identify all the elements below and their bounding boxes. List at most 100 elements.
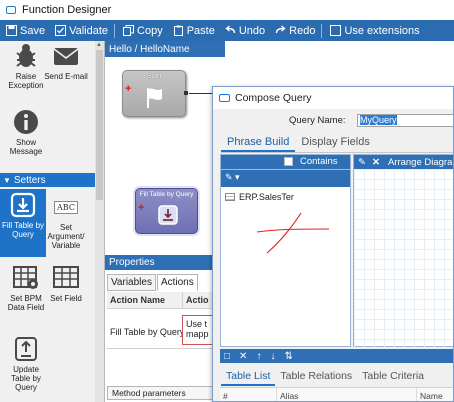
- scroll-up-icon[interactable]: ▲: [96, 42, 102, 48]
- toolbar-separator: [114, 23, 116, 38]
- flag-icon: [147, 88, 162, 108]
- tab-table-relations[interactable]: Table Relations: [275, 368, 357, 386]
- fill-node-label: Fill Table by Query: [139, 191, 194, 198]
- tab-display-fields[interactable]: Display Fields: [295, 134, 375, 152]
- row-action-name: Fill Table by Query 0: [110, 326, 182, 337]
- compose-query-dialog: Compose Query Query Name: MyQuery Phrase…: [212, 86, 454, 402]
- delete-icon[interactable]: ✕: [239, 351, 247, 362]
- tab-actions[interactable]: Actions: [156, 274, 198, 291]
- tab-divider: [221, 152, 453, 153]
- diagram-panel: ✎ ✕ Arrange Diagra: [353, 154, 453, 347]
- grid-icon: [51, 265, 81, 291]
- search-underline: [221, 169, 351, 170]
- contains-label: Contains: [300, 156, 338, 167]
- properties-tabs: Variables Actions: [107, 274, 199, 291]
- plus-icon[interactable]: +: [125, 84, 131, 95]
- redo-button[interactable]: Redo: [269, 20, 319, 41]
- query-grid-toolbar: □ ✕ ↑ ↓ ⇅: [220, 349, 453, 363]
- tool-label: Update Table by Query: [11, 365, 41, 392]
- query-name-input[interactable]: MyQuery: [357, 114, 453, 127]
- save-button[interactable]: Save: [0, 20, 49, 41]
- redo-label: Redo: [289, 24, 316, 37]
- toolbox-item-set-argument-variable[interactable]: ABC Set Argument/ Variable: [43, 194, 89, 250]
- scrollbar-thumb[interactable]: [96, 50, 103, 200]
- window-title: Function Designer: [22, 4, 112, 16]
- tool-label: Show Message: [9, 138, 43, 156]
- chevron-down-icon: ▼: [3, 175, 11, 185]
- method-parameters-button[interactable]: Method parameters: [107, 386, 225, 400]
- column-header-number[interactable]: #: [220, 388, 277, 401]
- abc-icon: ABC: [51, 194, 81, 220]
- plus-icon[interactable]: +: [138, 203, 144, 214]
- tools-icon[interactable]: ✎ ▾: [225, 172, 240, 183]
- copy-label: Copy: [137, 24, 163, 37]
- paste-button[interactable]: Paste: [167, 20, 219, 41]
- column-header-name[interactable]: Name: [417, 388, 453, 401]
- toolbox-item-show-message[interactable]: Show Message: [3, 109, 49, 156]
- save-label: Save: [20, 24, 46, 37]
- checkbox-icon: [330, 25, 342, 36]
- workflow-canvas[interactable]: Start + Fill Table by Query +: [105, 57, 225, 255]
- fill-table-node[interactable]: Fill Table by Query +: [135, 188, 198, 234]
- arrange-diagram-button[interactable]: Arrange Diagra: [388, 157, 452, 168]
- fill-table-icon: [8, 192, 38, 218]
- tab-table-criteria[interactable]: Table Criteria: [357, 368, 429, 386]
- use-extensions-button[interactable]: Use extensions: [324, 20, 423, 41]
- breadcrumb-text: Hello / HelloName: [109, 43, 190, 55]
- contains-checkbox[interactable]: [284, 157, 293, 166]
- tools-icon[interactable]: ✎: [358, 157, 366, 168]
- properties-header: Properties: [105, 255, 225, 270]
- toolbox-panel: Raise Exception Send E-mail Show Message…: [0, 41, 105, 402]
- save-icon: [6, 25, 17, 36]
- app-icon: [6, 6, 16, 14]
- paste-label: Paste: [186, 24, 215, 37]
- start-node[interactable]: Start +: [122, 70, 188, 117]
- diagram-grid[interactable]: [354, 169, 453, 347]
- copy-button[interactable]: Copy: [117, 20, 167, 41]
- red-annotation-mark: [256, 212, 330, 254]
- window-title-bar: Function Designer: [0, 0, 454, 20]
- tool-label: Fill Table by Query: [1, 221, 45, 239]
- setters-section-header[interactable]: ▼ Setters: [0, 173, 96, 187]
- move-up-icon[interactable]: ↑: [256, 351, 261, 362]
- table-row[interactable]: Fill Table by Query 0 Use t mapp: [107, 309, 225, 349]
- dialog-tabs: Phrase Build Display Fields: [221, 134, 376, 152]
- validate-button[interactable]: Validate: [49, 20, 112, 41]
- column-header-action-name[interactable]: Action Name: [107, 292, 182, 308]
- tab-table-list[interactable]: Table List: [221, 368, 276, 386]
- paste-icon: [173, 25, 184, 36]
- properties-panel: Variables Actions Action Name Actio Fill…: [105, 270, 225, 402]
- diagram-toolbar: ✎ ✕ Arrange Diagra: [354, 155, 453, 169]
- toolbox-item-fill-table-by-query[interactable]: Fill Table by Query: [0, 189, 46, 257]
- toolbox-item-send-email[interactable]: Send E-mail: [43, 43, 89, 81]
- fill-table-icon: [158, 205, 178, 225]
- move-down-icon[interactable]: ↓: [270, 351, 275, 362]
- bug-icon: [11, 43, 41, 69]
- toolbox-item-update-table-by-query[interactable]: Update Table by Query: [3, 336, 49, 392]
- toolbox-item-set-field[interactable]: Set Field: [43, 265, 89, 303]
- properties-title: Properties: [109, 257, 155, 268]
- connector-port[interactable]: [184, 91, 188, 95]
- sort-icon[interactable]: ⇅: [284, 351, 292, 362]
- undo-button[interactable]: Undo: [219, 20, 269, 41]
- tool-label: Send E-mail: [44, 72, 88, 81]
- tool-label: Set Argument/ Variable: [47, 223, 85, 250]
- envelope-icon: [51, 43, 81, 69]
- table-icon: [225, 193, 235, 201]
- query-name-value: MyQuery: [360, 115, 397, 125]
- tab-variables[interactable]: Variables: [107, 274, 156, 291]
- app-icon: [219, 94, 230, 102]
- tab-phrase-build[interactable]: Phrase Build: [221, 134, 296, 152]
- new-icon[interactable]: □: [224, 351, 230, 362]
- query-name-label: Query Name:: [289, 115, 346, 126]
- grid-gear-icon: [11, 265, 41, 291]
- close-icon[interactable]: ✕: [372, 157, 380, 168]
- toolbar-separator: [321, 23, 323, 38]
- toolbox-scrollbar[interactable]: ▲: [95, 41, 104, 402]
- dialog-title: Compose Query: [235, 92, 312, 104]
- column-header-alias[interactable]: Alias: [277, 388, 417, 401]
- info-icon: [11, 109, 41, 135]
- update-table-icon: [11, 336, 41, 362]
- undo-label: Undo: [238, 24, 266, 37]
- table-list-header: Contains ✎ ▾: [221, 155, 351, 187]
